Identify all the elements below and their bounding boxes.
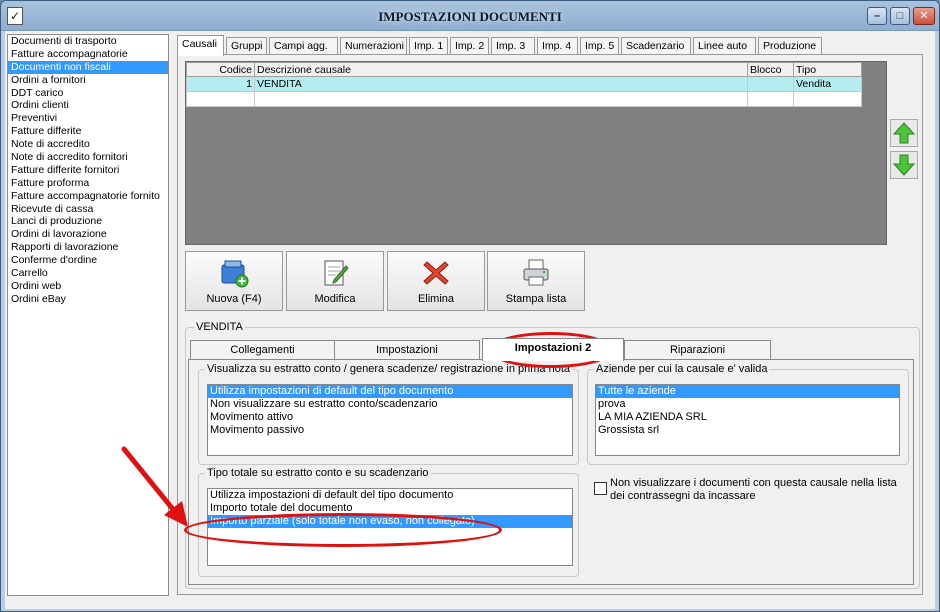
impostazioni-2-panel: Visualizza su estratto conto / genera sc… xyxy=(188,359,914,585)
tab-imp-5[interactable]: Imp. 5 xyxy=(580,37,619,55)
modifica-label: Modifica xyxy=(314,293,356,305)
list-item[interactable]: Non visualizzare su estratto conto/scade… xyxy=(208,398,572,411)
list-item[interactable]: prova xyxy=(596,398,899,411)
list-item[interactable]: Utilizza impostazioni di default del tip… xyxy=(208,489,572,502)
tab-campi-agg[interactable]: Campi agg. xyxy=(269,37,338,55)
list-item[interactable]: Documenti non fiscali xyxy=(8,60,168,74)
table-row-empty[interactable] xyxy=(186,91,862,107)
aziende-group: Aziende per cui la causale e' valida Tut… xyxy=(587,363,909,465)
list-item[interactable]: Movimento attivo xyxy=(208,411,572,424)
list-item[interactable]: Fatture proforma xyxy=(8,177,168,190)
tipo-totale-legend: Tipo totale su estratto conto e su scade… xyxy=(205,467,431,479)
list-item[interactable]: Ordini web xyxy=(8,280,168,293)
tab-gruppi[interactable]: Gruppi xyxy=(226,37,267,55)
nuova-button[interactable]: Nuova (F4) xyxy=(185,251,283,311)
stampa-lista-button[interactable]: Stampa lista xyxy=(487,251,585,311)
main-window: ✓ IMPOSTAZIONI DOCUMENTI – □ ✕ Documenti… xyxy=(0,0,940,612)
tab-scadenzario[interactable]: Scadenzario xyxy=(621,37,691,55)
aziende-listbox[interactable]: Tutte le aziende prova LA MIA AZIENDA SRL G… xyxy=(595,384,900,456)
estratto-conto-group: Visualizza su estratto conto / genera sc… xyxy=(198,363,579,465)
printer-icon xyxy=(523,259,549,286)
tab-linee-auto[interactable]: Linee auto xyxy=(693,37,756,55)
list-item[interactable]: Tutte le aziende xyxy=(596,385,899,398)
list-item[interactable]: Movimento passivo xyxy=(208,424,572,437)
causali-grid[interactable]: Codice Descrizione causale Blocco Tipo 1… xyxy=(185,61,887,245)
cell-codice[interactable]: 1 xyxy=(186,76,255,92)
tab-imp-1[interactable]: Imp. 1 xyxy=(409,37,448,55)
list-item[interactable]: Rapporti di lavorazione xyxy=(8,241,168,254)
col-blocco[interactable]: Blocco xyxy=(747,62,794,77)
tab-produzione[interactable]: Produzione xyxy=(758,37,822,55)
tab-impostazioni-2[interactable]: Impostazioni 2 xyxy=(482,338,624,361)
arrow-down-icon xyxy=(892,154,916,176)
contrassegni-label-line2: dei contrassegni da incassare xyxy=(610,490,756,502)
list-item[interactable]: DDT carico xyxy=(8,87,168,100)
stampa-label: Stampa lista xyxy=(505,293,567,305)
tab-riparazioni[interactable]: Riparazioni xyxy=(624,340,771,360)
list-item[interactable]: Fatture differite fornitori xyxy=(8,164,168,177)
tab-imp-4[interactable]: Imp. 4 xyxy=(537,37,578,55)
list-item[interactable]: Documenti di trasporto xyxy=(8,35,168,48)
tab-impostazioni[interactable]: Impostazioni xyxy=(334,340,480,360)
close-button[interactable]: ✕ xyxy=(913,7,935,25)
col-tipo[interactable]: Tipo xyxy=(793,62,862,77)
tab-imp-2[interactable]: Imp. 2 xyxy=(450,37,489,55)
tab-numerazioni[interactable]: Numerazioni xyxy=(340,37,407,55)
list-item[interactable]: Preventivi xyxy=(8,112,168,125)
list-item[interactable]: Lanci di produzione xyxy=(8,215,168,228)
tab-causali[interactable]: Causali xyxy=(177,35,224,56)
contrassegni-label-line1: Non visualizzare i documenti con questa … xyxy=(610,477,897,489)
move-down-button[interactable] xyxy=(890,151,918,179)
list-item[interactable]: Carrello xyxy=(8,267,168,280)
list-item[interactable]: Note di accredito fornitori xyxy=(8,151,168,164)
window-title: IMPOSTAZIONI DOCUMENTI xyxy=(378,9,562,24)
list-item[interactable]: Utilizza impostazioni di default del tip… xyxy=(208,385,572,398)
group-title: VENDITA xyxy=(194,321,245,333)
list-item[interactable]: Grossista srl xyxy=(596,424,899,437)
tab-imp-3[interactable]: Imp. 3 xyxy=(491,37,535,55)
title-bar[interactable]: ✓ IMPOSTAZIONI DOCUMENTI – □ ✕ xyxy=(1,1,939,31)
list-item[interactable]: Ricevute di cassa xyxy=(8,203,168,216)
list-item[interactable]: Fatture accompagnatorie fornito xyxy=(8,190,168,203)
list-item[interactable]: Conferme d'ordine xyxy=(8,254,168,267)
annotation-arrow-icon xyxy=(121,446,188,527)
nuova-label: Nuova (F4) xyxy=(206,293,262,305)
maximize-button[interactable]: □ xyxy=(890,7,910,25)
contrassegni-checkbox[interactable] xyxy=(594,482,607,495)
cell-blocco[interactable] xyxy=(747,76,794,92)
cell-descrizione[interactable]: VENDITA xyxy=(254,76,748,92)
arrow-up-icon xyxy=(892,122,916,144)
new-document-icon xyxy=(221,260,249,288)
delete-icon xyxy=(423,261,449,285)
aziende-legend: Aziende per cui la causale e' valida xyxy=(594,363,770,375)
contrassegni-label[interactable]: Non visualizzare i documenti con questa … xyxy=(610,477,897,503)
move-up-button[interactable] xyxy=(890,119,918,147)
cell-tipo[interactable]: Vendita xyxy=(793,76,862,92)
elimina-button[interactable]: Elimina xyxy=(387,251,485,311)
list-item[interactable]: Fatture differite xyxy=(8,125,168,138)
modifica-button[interactable]: Modifica xyxy=(286,251,384,311)
edit-document-icon xyxy=(324,260,349,286)
list-item[interactable]: Note di accredito xyxy=(8,138,168,151)
minimize-button[interactable]: – xyxy=(867,7,887,25)
list-item[interactable]: Ordini clienti xyxy=(8,99,168,112)
tab-collegamenti[interactable]: Collegamenti xyxy=(190,340,335,360)
estratto-conto-listbox[interactable]: Utilizza impostazioni di default del tip… xyxy=(207,384,573,456)
col-codice[interactable]: Codice xyxy=(186,62,255,77)
list-item[interactable]: Ordini eBay xyxy=(8,293,168,306)
list-item[interactable]: Fatture accompagnatorie xyxy=(8,48,168,61)
list-item[interactable]: Ordini di lavorazione xyxy=(8,228,168,241)
table-row[interactable]: 1 VENDITA Vendita xyxy=(186,76,862,92)
annotation-oval-item xyxy=(184,513,502,547)
list-item[interactable]: Ordini a fornitori xyxy=(8,74,168,87)
list-item[interactable]: LA MIA AZIENDA SRL xyxy=(596,411,899,424)
col-descrizione[interactable]: Descrizione causale xyxy=(254,62,748,77)
elimina-label: Elimina xyxy=(417,293,455,305)
